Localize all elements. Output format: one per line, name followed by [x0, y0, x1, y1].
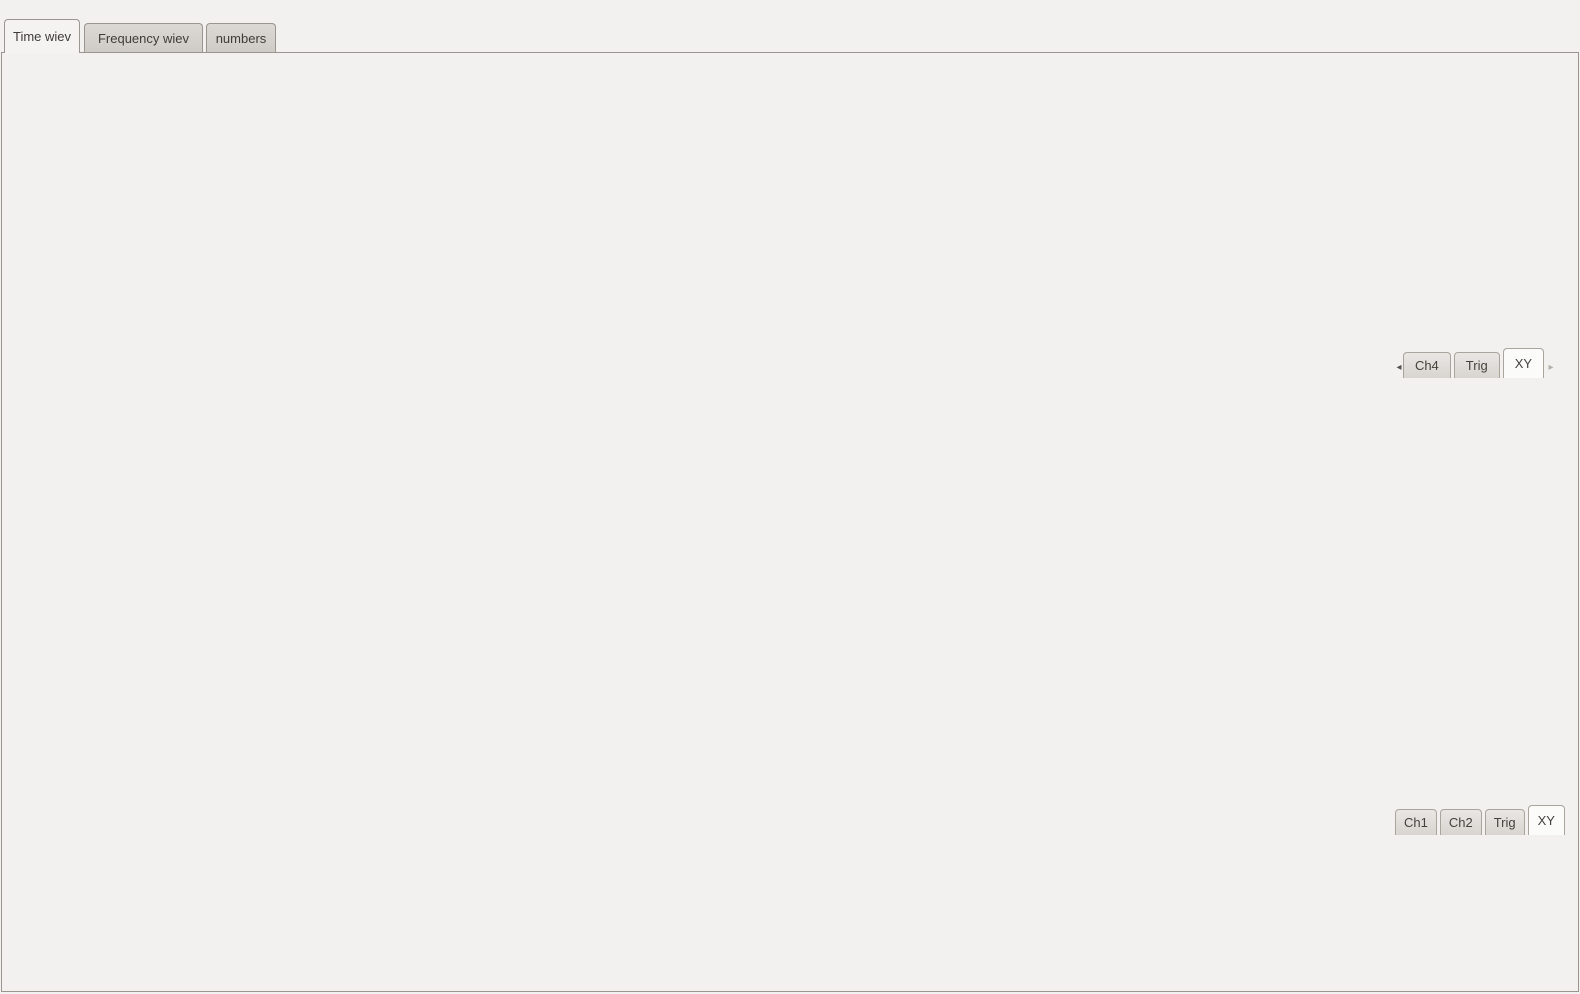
channel-tab-xy[interactable]: XY [1503, 348, 1544, 378]
channel-tab-ch4[interactable]: Ch4 [1403, 352, 1451, 378]
tab-label: Frequency wiev [98, 31, 189, 46]
tab-content-pane [1, 52, 1579, 992]
tab-label: Time wiev [13, 29, 71, 44]
tab-scroll-left-icon[interactable]: ◂ [1395, 356, 1403, 378]
channel-tab-trig[interactable]: Trig [1485, 809, 1525, 835]
channel-tab-trig[interactable]: Trig [1454, 352, 1500, 378]
tab-scroll-right-icon[interactable]: ▸ [1547, 356, 1555, 378]
tab-time-view[interactable]: Time wiev [4, 19, 80, 53]
channel-tab-xy[interactable]: XY [1528, 805, 1565, 835]
channel-tab-ch2[interactable]: Ch2 [1440, 809, 1482, 835]
tab-frequency-view[interactable]: Frequency wiev [84, 23, 203, 53]
channel-tab-ch1[interactable]: Ch1 [1395, 809, 1437, 835]
tab-label: numbers [216, 31, 267, 46]
tab-numbers[interactable]: numbers [206, 23, 276, 53]
